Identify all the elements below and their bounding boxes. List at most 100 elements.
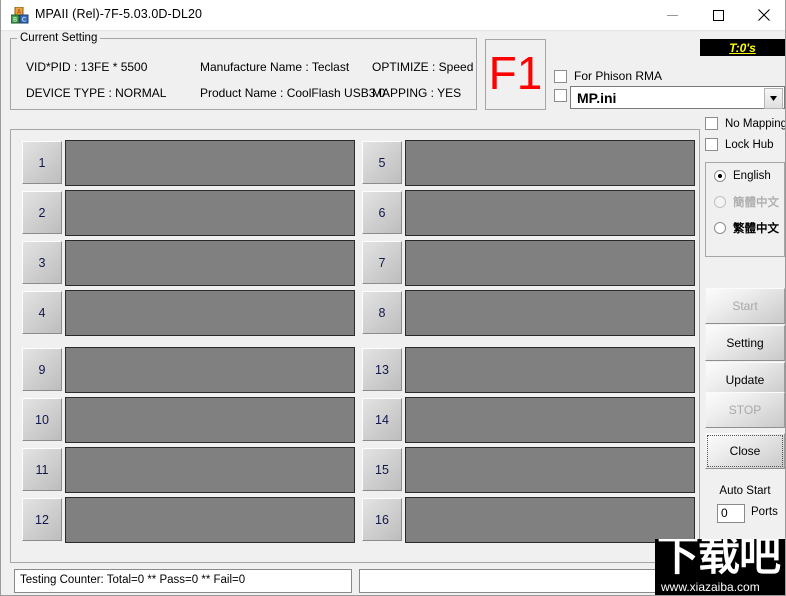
phison-rma-checkbox[interactable]: For Phison RMA (554, 69, 662, 83)
close-icon[interactable] (741, 0, 785, 30)
port-row: 12 (19, 495, 359, 545)
checkbox-box[interactable] (705, 138, 718, 151)
port-select-button[interactable]: 10 (22, 398, 62, 441)
device-type-value: DEVICE TYPE : NORMAL (26, 86, 167, 100)
port-status-bar (405, 397, 695, 443)
port-status-bar (65, 190, 355, 236)
port-status-bar (65, 290, 355, 336)
ini-file-value: MP.ini (577, 89, 617, 106)
lock-hub-label: Lock Hub (725, 138, 774, 151)
port-select-button[interactable]: 9 (22, 348, 62, 391)
testing-counter-status: Testing Counter: Total=0 ** Pass=0 ** Fa… (14, 569, 352, 593)
radio-language-english[interactable]: English (706, 163, 784, 189)
watermark-url: www.xiazaiba.com (661, 580, 760, 594)
setting-button[interactable]: Setting (705, 325, 785, 361)
watermark-logo-text: 下载吧 (657, 539, 781, 580)
stop-button[interactable]: STOP (705, 392, 785, 428)
port-status-bar (405, 240, 695, 286)
language-group: English 簡體中文 繁體中文 (705, 162, 785, 257)
port-row: 15 (359, 445, 699, 495)
port-row: 5 (359, 138, 699, 188)
no-mapping-label: No Mapping (725, 117, 786, 130)
ini-file-select[interactable]: MP.ini (570, 86, 785, 109)
port-select-button[interactable]: 13 (362, 348, 402, 391)
current-setting-legend: Current Setting (17, 32, 101, 44)
port-status-bar (405, 347, 695, 393)
port-row: 2 (19, 188, 359, 238)
port-row: 16 (359, 495, 699, 545)
chevron-down-icon[interactable] (764, 88, 783, 109)
port-select-button[interactable]: 15 (362, 448, 402, 491)
port-row: 1 (19, 138, 359, 188)
port-row: 9 (19, 345, 359, 395)
maximize-icon[interactable] (695, 0, 741, 30)
port-select-button[interactable]: 12 (22, 498, 62, 541)
port-status-bar (65, 140, 355, 186)
port-status-bar (405, 290, 695, 336)
port-row: 3 (19, 238, 359, 288)
no-mapping-checkbox[interactable]: No Mapping (705, 114, 785, 133)
port-select-button[interactable]: 2 (22, 191, 62, 234)
port-status-bar (65, 240, 355, 286)
port-select-button[interactable]: 5 (362, 141, 402, 184)
auto-start-unit-label: Ports (751, 506, 778, 518)
port-row: 4 (19, 288, 359, 338)
product-name-value: Product Name : CoolFlash USB3.0 (200, 86, 386, 100)
port-select-button[interactable]: 6 (362, 191, 402, 234)
language-label: English (733, 170, 771, 182)
port-row: 8 (359, 288, 699, 338)
app-window: A B C MPAII (Rel)-7F-5.03.0D-DL20 Curren… (0, 0, 786, 596)
port-row: 10 (19, 395, 359, 445)
port-status-bar (405, 190, 695, 236)
ports-column-right: 5 6 7 8 13 14 15 16 (359, 138, 699, 545)
port-status-bar (65, 497, 355, 543)
auto-start-label: Auto Start (719, 485, 771, 497)
ports-column-left: 1 2 3 4 9 10 11 12 (19, 138, 359, 545)
ini-enable-checkbox[interactable] (554, 89, 567, 102)
port-status-bar (405, 447, 695, 493)
port-row: 14 (359, 395, 699, 445)
port-select-button[interactable]: 7 (362, 241, 402, 284)
port-select-button[interactable]: 4 (22, 291, 62, 334)
optimize-value: OPTIMIZE : Speed (372, 60, 474, 74)
radio-language-simplified-chinese: 簡體中文 (706, 189, 784, 215)
start-button[interactable]: Start (705, 288, 785, 324)
port-row: 7 (359, 238, 699, 288)
auto-start-ports-input[interactable]: 0 (717, 504, 745, 523)
port-row: 6 (359, 188, 699, 238)
radio-language-traditional-chinese[interactable]: 繁體中文 (706, 215, 784, 241)
radio-dot-icon (714, 196, 726, 208)
language-label: 簡體中文 (733, 197, 779, 209)
ports-panel: 1 2 3 4 9 10 11 12 5 6 7 8 13 14 15 16 (10, 129, 700, 563)
sidebar-options: No Mapping Lock Hub (705, 114, 785, 156)
port-row: 11 (19, 445, 359, 495)
f1-indicator-panel: F1 (485, 39, 546, 110)
language-label: 繁體中文 (733, 223, 779, 235)
minimize-icon[interactable] (649, 0, 695, 30)
port-status-bar (65, 347, 355, 393)
svg-text:C: C (22, 17, 26, 24)
radio-dot-icon[interactable] (714, 170, 726, 182)
close-button[interactable]: Close (705, 433, 785, 469)
port-select-button[interactable]: 3 (22, 241, 62, 284)
phison-rma-label: For Phison RMA (574, 69, 663, 83)
status-badge: T:0's (700, 39, 785, 56)
checkbox-box[interactable] (705, 117, 718, 130)
port-select-button[interactable]: 8 (362, 291, 402, 334)
port-select-button[interactable]: 16 (362, 498, 402, 541)
port-select-button[interactable]: 14 (362, 398, 402, 441)
radio-dot-icon[interactable] (714, 222, 726, 234)
vid-pid-value: VID*PID : 13FE * 5500 (26, 60, 148, 74)
port-status-bar (405, 140, 695, 186)
f1-label: F1 (488, 46, 543, 99)
checkbox-box[interactable] (554, 69, 567, 83)
svg-text:B: B (13, 17, 17, 24)
manufacture-name-value: Manufacture Name : Teclast (200, 60, 350, 74)
port-select-button[interactable]: 11 (22, 448, 62, 491)
port-status-bar (65, 397, 355, 443)
port-status-bar (65, 447, 355, 493)
port-select-button[interactable]: 1 (22, 141, 62, 184)
lock-hub-checkbox[interactable]: Lock Hub (705, 135, 785, 154)
port-row: 13 (359, 345, 699, 395)
title-bar: A B C MPAII (Rel)-7F-5.03.0D-DL20 (1, 0, 785, 31)
